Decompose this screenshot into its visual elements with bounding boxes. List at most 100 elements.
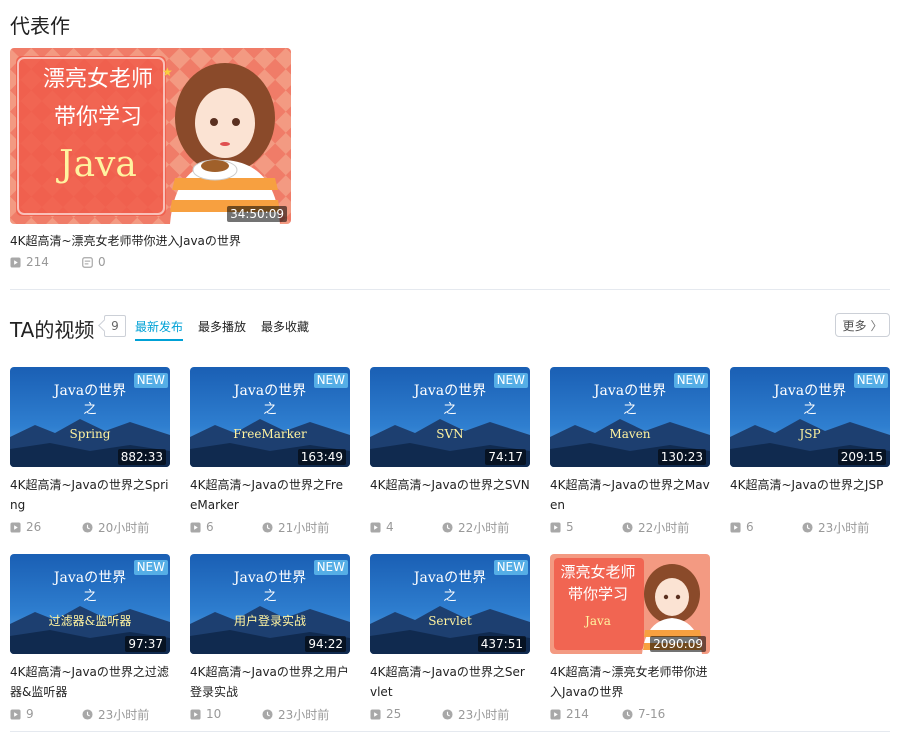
- new-badge: NEW: [853, 373, 888, 388]
- video-duration: 163:49: [297, 449, 346, 465]
- clock-icon: [262, 521, 273, 533]
- video-card[interactable]: Javaの世界 之 用户登录实战 NEW 94:22 4K超高清~Javaの世界…: [190, 554, 350, 722]
- more-button[interactable]: 更多 〉: [835, 313, 890, 337]
- thumbnail-text-mid: 之: [443, 589, 457, 604]
- play-count-value: 6: [206, 520, 214, 534]
- featured-thumb-line-1: 漂亮女老师: [42, 67, 153, 92]
- play-count-value: 10: [206, 707, 222, 721]
- tab-most-played[interactable]: 最多播放: [198, 318, 246, 335]
- video-card[interactable]: Javaの世界 之 Maven NEW 130:23 4K超高清~Javaの世界…: [550, 367, 710, 535]
- video-card[interactable]: Javaの世界 之 Servlet NEW 437:51 4K超高清~Javaの…: [370, 554, 530, 722]
- video-stats: 9 23小时前: [10, 706, 170, 722]
- publish-time-value: 23小时前: [458, 707, 510, 722]
- video-card[interactable]: 漂亮女老师 带你学习 Java 2090:09 4K超高清~漂亮女老师带你进入J…: [550, 554, 710, 722]
- play-count: 214: [550, 707, 622, 721]
- video-card[interactable]: Javaの世界 之 FreeMarker NEW 163:49 4K超高清~Ja…: [190, 367, 350, 535]
- publish-time-value: 21小时前: [278, 520, 330, 535]
- video-title[interactable]: 4K超高清~Javaの世界之用户登录实战: [190, 662, 350, 702]
- video-thumbnail[interactable]: Javaの世界 之 Servlet NEW 437:51: [370, 554, 530, 654]
- video-title[interactable]: 4K超高清~Javaの世界之Maven: [550, 475, 710, 515]
- video-duration: 882:33: [117, 449, 166, 465]
- video-thumbnail[interactable]: Javaの世界 之 SVN NEW 74:17: [370, 367, 530, 467]
- play-count-value: 25: [386, 707, 402, 721]
- chevron-right-icon: 〉: [870, 318, 883, 333]
- publish-time-value: 20小时前: [98, 520, 150, 535]
- video-title[interactable]: 4K超高清~Javaの世界之Spring: [10, 475, 170, 515]
- more-button-label: 更多: [842, 318, 867, 333]
- video-title[interactable]: 4K超高清~Javaの世界之SVN: [370, 475, 530, 515]
- video-thumbnail[interactable]: Javaの世界 之 用户登录实战 NEW 94:22: [190, 554, 350, 654]
- new-badge: NEW: [133, 560, 168, 575]
- video-title[interactable]: 4K超高清~漂亮女老师带你进入Javaの世界: [550, 662, 710, 702]
- video-title[interactable]: 4K超高清~Javaの世界之JSP: [730, 475, 890, 515]
- video-thumbnail[interactable]: Javaの世界 之 FreeMarker NEW 163:49: [190, 367, 350, 467]
- video-stats: 4 22小时前: [370, 519, 530, 535]
- new-badge: NEW: [313, 373, 348, 388]
- play-count-icon: [550, 521, 561, 533]
- video-title[interactable]: 4K超高清~Javaの世界之过滤器&监听器: [10, 662, 170, 702]
- publish-time: 20小时前: [82, 519, 149, 536]
- section-divider: [10, 289, 890, 290]
- play-count-value: 9: [26, 707, 34, 721]
- tab-most-favorited[interactable]: 最多收藏: [261, 318, 309, 335]
- publish-time-value: 23小时前: [98, 707, 150, 722]
- thumbnail-text-mid: 之: [803, 402, 817, 417]
- featured-danmaku-count: 0: [82, 255, 106, 269]
- video-card[interactable]: Javaの世界 之 过滤器&监听器 NEW 97:37 4K超高清~Javaの世…: [10, 554, 170, 722]
- new-badge: NEW: [493, 373, 528, 388]
- featured-video-stats: 214 0: [10, 255, 106, 269]
- play-count: 5: [550, 520, 622, 534]
- video-duration: 94:22: [305, 636, 346, 652]
- publish-time-value: 23小时前: [818, 520, 870, 535]
- play-count: 25: [370, 707, 442, 721]
- thumbnail-text-mid: 之: [83, 589, 97, 604]
- video-thumbnail[interactable]: Javaの世界 之 Spring NEW 882:33: [10, 367, 170, 467]
- video-thumbnail[interactable]: Javaの世界 之 JSP NEW 209:15: [730, 367, 890, 467]
- video-duration: 2090:09: [650, 636, 706, 652]
- video-title[interactable]: 4K超高清~Javaの世界之FreeMarker: [190, 475, 350, 515]
- video-duration: 130:23: [657, 449, 706, 465]
- video-count-badge: 9: [104, 315, 126, 337]
- video-stats: 10 23小时前: [190, 706, 350, 722]
- new-badge: NEW: [493, 560, 528, 575]
- thumbnail-text-mid: 之: [623, 402, 637, 417]
- video-stats: 26 20小时前: [10, 519, 170, 535]
- thumbnail-text-top: 漂亮女老师: [560, 563, 636, 581]
- play-count-icon: [370, 708, 381, 720]
- featured-section-title: 代表作: [10, 14, 70, 38]
- tab-latest[interactable]: 最新发布: [135, 318, 183, 335]
- featured-thumb-line-2: 带你学习: [53, 105, 142, 130]
- thumbnail-text-main: Maven: [609, 427, 651, 441]
- videos-section-title: TA的视频: [10, 318, 95, 342]
- featured-video-title[interactable]: 4K超高清~漂亮女老师带你进入Javaの世界: [10, 232, 310, 249]
- play-count: 4: [370, 520, 442, 534]
- clock-icon: [82, 521, 93, 533]
- video-title[interactable]: 4K超高清~Javaの世界之Servlet: [370, 662, 530, 702]
- video-card[interactable]: Javaの世界 之 Spring NEW 882:33 4K超高清~Javaの世…: [10, 367, 170, 535]
- video-duration: 97:37: [125, 636, 166, 652]
- featured-video-thumbnail[interactable]: ★ 漂亮女老师 带你学习 Java 34:50:09: [10, 48, 291, 224]
- publish-time: 23小时前: [262, 706, 329, 723]
- play-count-icon: [550, 708, 561, 720]
- thumbnail-text-main: FreeMarker: [233, 427, 307, 441]
- video-stats: 6 23小时前: [730, 519, 890, 535]
- thumbnail-text-main: JSP: [799, 427, 821, 441]
- video-card[interactable]: Javaの世界 之 SVN NEW 74:17 4K超高清~Javaの世界之SV…: [370, 367, 530, 535]
- play-count: 26: [10, 520, 82, 534]
- thumbnail-text-main: SVN: [436, 427, 464, 441]
- video-thumbnail[interactable]: 漂亮女老师 带你学习 Java 2090:09: [550, 554, 710, 654]
- video-thumbnail[interactable]: Javaの世界 之 过滤器&监听器 NEW 97:37: [10, 554, 170, 654]
- video-card[interactable]: Javaの世界 之 JSP NEW 209:15 4K超高清~Javaの世界之J…: [730, 367, 890, 535]
- play-count-value: 4: [386, 520, 394, 534]
- thumbnail-text-mid: 之: [83, 402, 97, 417]
- video-duration: 437:51: [477, 636, 526, 652]
- clock-icon: [802, 521, 813, 533]
- featured-plays-value: 214: [26, 255, 49, 269]
- publish-time: 22小时前: [622, 519, 689, 536]
- active-tab-indicator: [135, 339, 183, 341]
- video-thumbnail[interactable]: Javaの世界 之 Maven NEW 130:23: [550, 367, 710, 467]
- publish-time: 21小时前: [262, 519, 329, 536]
- thumbnail-text-main: 过滤器&监听器: [48, 614, 132, 628]
- featured-thumb-line-3: Java: [59, 144, 137, 185]
- clock-icon: [622, 521, 633, 533]
